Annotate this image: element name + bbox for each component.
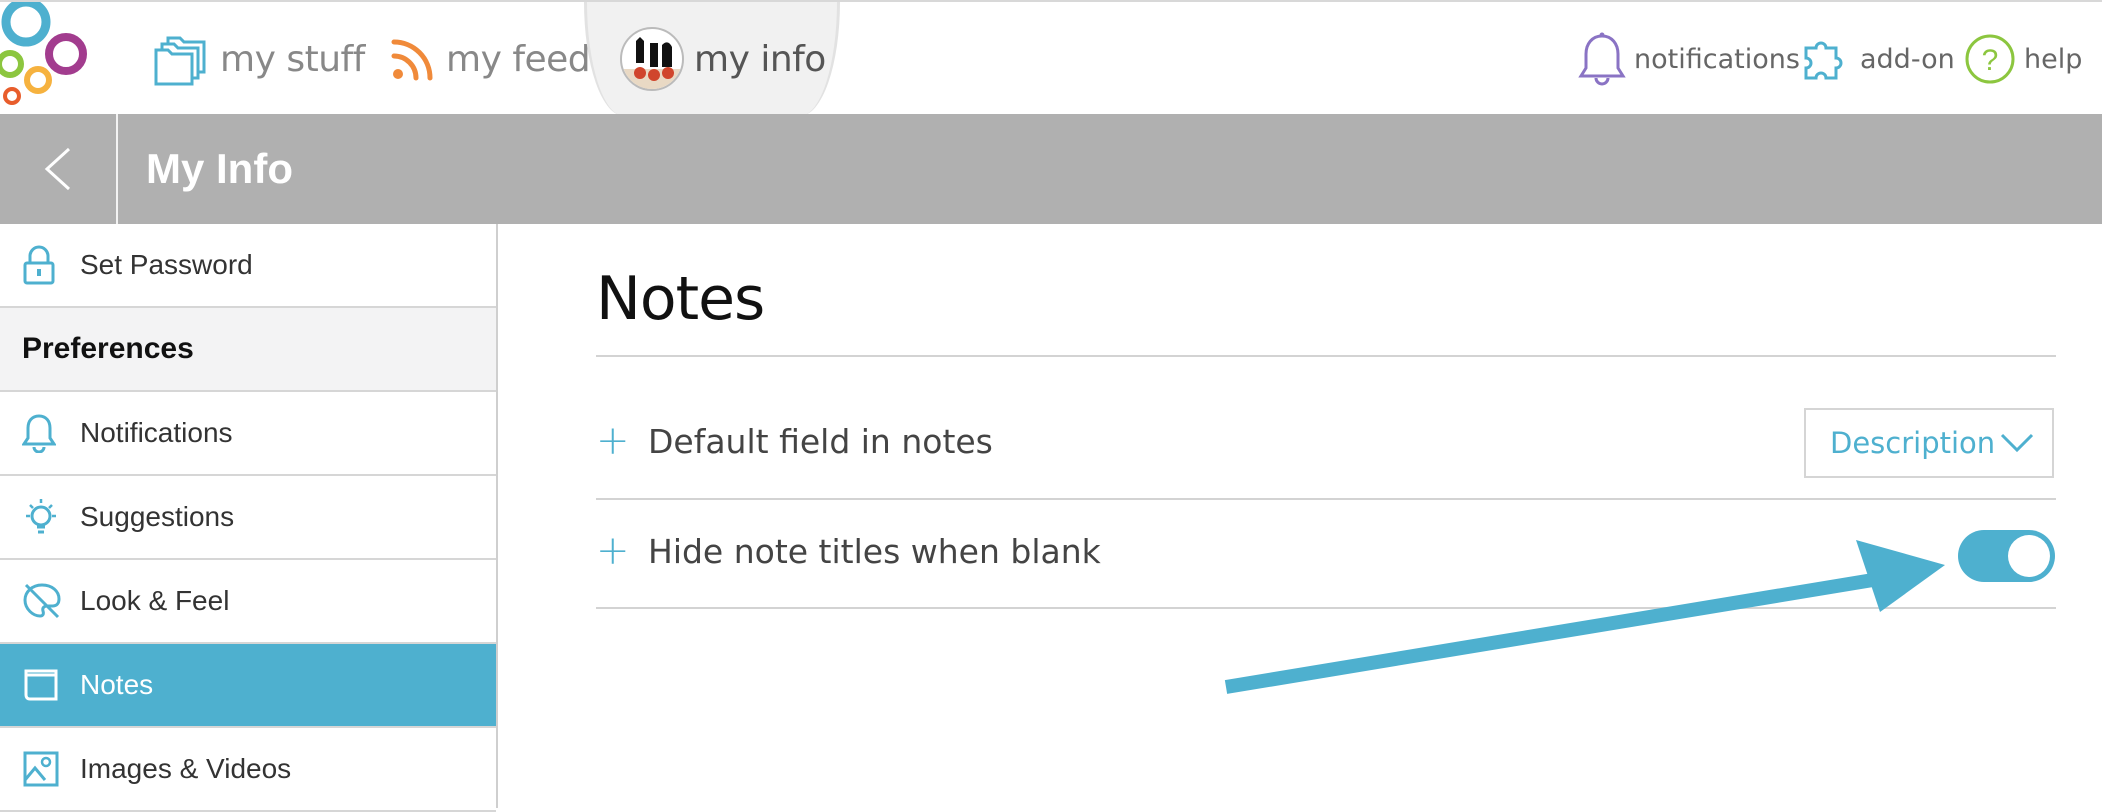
nav-tab-label: my feed (446, 38, 591, 80)
setting-label: Hide note titles when blank (648, 531, 1101, 571)
sidebar-item-label: Notifications (80, 417, 233, 448)
sidebar-item-set-password[interactable]: Set Password (0, 224, 496, 308)
bell-icon (1578, 32, 1626, 86)
setting-label: Default field in notes (648, 421, 993, 461)
chevron-down-icon (2000, 432, 2034, 454)
image-icon (22, 750, 60, 788)
question-circle-icon: ? (1964, 33, 2016, 85)
puzzle-piece-icon (1802, 34, 1852, 84)
addon-link-label: add-on (1860, 43, 1955, 75)
dropdown-value: Description (1830, 426, 1996, 460)
sidebar-item-look-and-feel[interactable]: Look & Feel (0, 560, 496, 644)
plus-icon: + (596, 418, 630, 464)
addon-link[interactable]: add-on (1802, 2, 1955, 116)
divider (596, 607, 2056, 609)
avatar (620, 27, 684, 91)
nav-tab-my-stuff[interactable]: my stuff (154, 2, 365, 116)
palette-icon (22, 581, 62, 621)
section-title: Notes (596, 264, 765, 334)
lightbulb-icon (22, 497, 60, 537)
sidebar-item-label: Images & Videos (80, 753, 292, 784)
sidebar-section-label: Preferences (22, 332, 194, 365)
divider (596, 355, 2056, 357)
lock-icon (22, 245, 56, 285)
folders-icon (154, 32, 210, 86)
setting-row-default-field[interactable]: + Default field in notes (596, 418, 993, 464)
sidebar-section-preferences: Preferences (0, 308, 496, 392)
svg-text:?: ? (1982, 44, 1999, 77)
chevron-left-icon (44, 147, 71, 191)
sidebar-item-notifications[interactable]: Notifications (0, 392, 496, 476)
nav-tab-label: my info (694, 38, 826, 80)
toggle-knob (2008, 535, 2050, 577)
sidebar-item-images-and-videos[interactable]: Images & Videos (0, 728, 496, 812)
top-navigation-bar: my stuff my feed my info notifications a… (0, 0, 2102, 116)
rss-feed-icon (390, 36, 436, 82)
help-link-label: help (2024, 43, 2083, 75)
page-header: My Info (0, 114, 2102, 224)
settings-sidebar: Set Password Preferences Notifications S… (0, 224, 498, 812)
sidebar-item-notes[interactable]: Notes (0, 644, 496, 728)
nav-tab-my-info[interactable]: my info (620, 2, 826, 116)
sidebar-item-label: Look & Feel (80, 585, 230, 616)
setting-row-hide-note-titles[interactable]: + Hide note titles when blank (596, 528, 1101, 574)
plus-icon: + (596, 528, 630, 574)
sidebar-item-suggestions[interactable]: Suggestions (0, 476, 496, 560)
notifications-link-label: notifications (1634, 43, 1800, 75)
help-link[interactable]: ? help (1964, 2, 2082, 116)
default-field-dropdown[interactable]: Description (1804, 408, 2054, 478)
divider (596, 498, 2056, 500)
hide-note-titles-toggle[interactable] (1958, 530, 2055, 582)
notifications-link[interactable]: notifications (1578, 2, 1800, 116)
sidebar-item-label: Set Password (80, 249, 253, 280)
page-title: My Info (146, 145, 293, 192)
back-button[interactable] (0, 114, 118, 224)
nav-tab-my-feed[interactable]: my feed (390, 2, 591, 116)
bell-icon (22, 413, 56, 453)
app-logo[interactable] (0, 2, 95, 112)
sidebar-item-label: Suggestions (80, 501, 235, 532)
notes-icon (22, 665, 62, 705)
nav-tab-label: my stuff (220, 38, 365, 80)
sidebar-item-label: Notes (80, 669, 154, 700)
